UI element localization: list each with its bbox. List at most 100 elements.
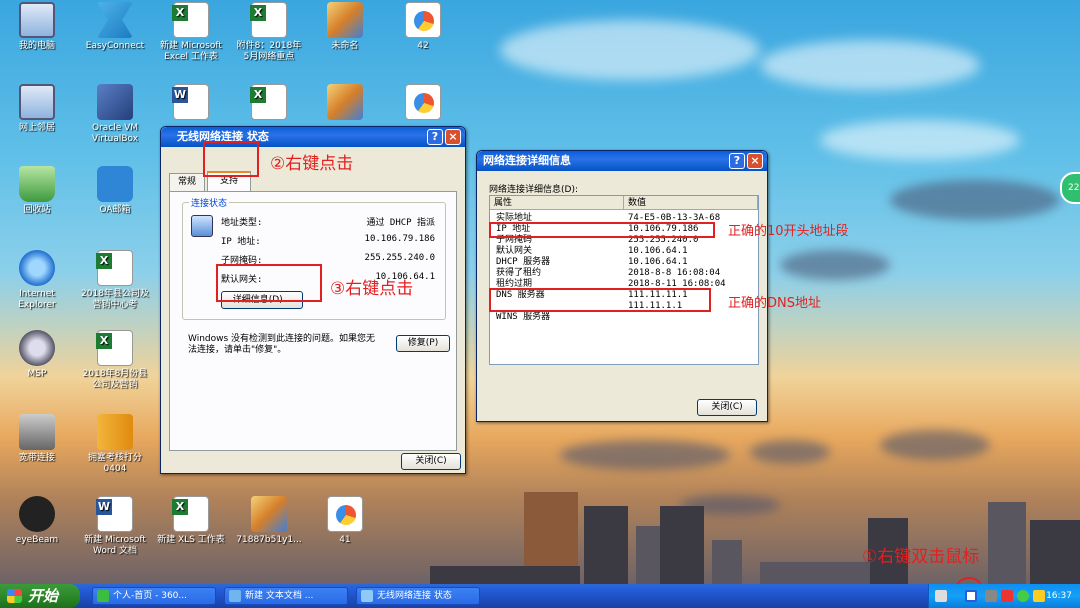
close-icon[interactable]: × [747, 153, 763, 169]
status-value: 10.106.79.186 [364, 234, 435, 244]
recycle-bin-icon [19, 166, 55, 202]
desktop-icon[interactable]: 新建 Microsoft Excel 工作表 [156, 2, 226, 63]
desktop-icon-label: 2018年县公司及营销中心考 [81, 289, 149, 310]
desktop-icon[interactable]: 回收站 [2, 166, 72, 216]
status-key: IP 地址: [221, 237, 261, 247]
desktop-icon[interactable]: 41 [310, 496, 380, 546]
desktop-icon[interactable] [234, 84, 304, 123]
desktop-icon-label: 附件8：2018年5月网络重点 [236, 41, 302, 62]
detail-property: DHCP 服务器 [496, 257, 551, 267]
help-button[interactable]: ? [729, 153, 745, 169]
desktop-icon-label: eyeBeam [15, 535, 59, 545]
highlight-dns-rows [489, 288, 711, 312]
column-header-value[interactable]: 数值 [624, 196, 758, 210]
group-label: 连接状态 [189, 196, 230, 209]
taskbar-button[interactable]: 新建 文本文档 ... [224, 587, 348, 605]
column-header-property[interactable]: 属性 [490, 196, 624, 210]
repair-button[interactable]: 修复(P) [396, 335, 450, 352]
status-value: 通过 DHCP 指派 [366, 218, 435, 228]
desktop-icon[interactable] [310, 84, 380, 123]
highlight-details-button [216, 264, 322, 302]
desktop-icon[interactable]: 71887b51y1... [234, 496, 304, 546]
computer-icon [19, 2, 55, 38]
desktop-icon[interactable]: 2018年8月份县公司及营销 [80, 330, 150, 391]
desktop-icon[interactable]: 网上邻居 [2, 84, 72, 134]
desktop-icon[interactable]: EasyConnect [80, 2, 150, 52]
desktop-icon[interactable]: MSP [2, 330, 72, 380]
easyconnect-icon [97, 2, 133, 38]
taskbar-button-label: 新建 文本文档 ... [245, 591, 314, 601]
desktop-icon[interactable]: 宽带连接 [2, 414, 72, 464]
detail-value: 2018-8-8 16:08:04 [628, 268, 721, 278]
tab-general[interactable]: 常规 [169, 173, 205, 191]
desktop-icon-label: 宽带连接 [18, 453, 55, 463]
annotation-ip-note: 正确的10开头地址段 [728, 224, 849, 239]
excel-icon [96, 250, 133, 286]
image-icon [327, 496, 363, 532]
desktop-icon-label: 41 [339, 535, 351, 545]
desktop-icon-label: 网上邻居 [18, 123, 55, 133]
desktop-icon[interactable]: OA邮箱 [80, 166, 150, 216]
desktop-icon-label: 新建 Microsoft Excel 工作表 [160, 41, 222, 62]
system-tray: 16:37 [928, 584, 1080, 608]
taskbar-button-label: 无线网络连接 状态 [377, 591, 452, 601]
status-value: 255.255.240.0 [364, 253, 435, 263]
repair-text: Windows 没有检测到此连接的问题。如果您无法连接，请单击"修复"。 [188, 334, 376, 355]
desktop-icon[interactable]: 2018年县公司及营销中心考 [80, 250, 150, 311]
desktop-icon[interactable]: 42 [388, 2, 458, 52]
desktop-icon-label: 回收站 [23, 205, 51, 215]
excel-icon [172, 496, 209, 532]
broadband-icon [19, 414, 55, 450]
excel-icon [250, 2, 287, 38]
desktop-icon[interactable]: 我的电脑 [2, 2, 72, 52]
start-button[interactable]: 开始 [0, 584, 80, 608]
desktop-icon[interactable] [388, 84, 458, 123]
msp-icon [19, 330, 55, 366]
desktop-icon-label: EasyConnect [85, 41, 145, 51]
taskbar-button-label: 个人-首页 - 360... [113, 591, 187, 601]
connection-details-window[interactable]: 网络连接详细信息 ? × 网络连接详细信息(D): 属性 数值 实际地址 74-E… [476, 150, 768, 422]
details-window-titlebar[interactable]: 网络连接详细信息 ? × [477, 151, 767, 171]
desktop-icon-label: Oracle VM VirtualBox [91, 123, 139, 144]
start-label: 开始 [28, 587, 59, 605]
keyboard-icon[interactable] [935, 590, 947, 602]
desktop-icon[interactable]: Oracle VM VirtualBox [80, 84, 150, 145]
status-close-button[interactable]: 关闭(C) [401, 453, 461, 470]
security-icon[interactable] [1001, 590, 1013, 602]
desktop-icon-label: 42 [417, 41, 429, 51]
word-icon [96, 496, 133, 532]
desktop-icon-label: OA邮箱 [99, 205, 131, 215]
help-button[interactable]: ? [427, 129, 443, 145]
connection-status-group: 连接状态 地址类型: 通过 DHCP 指派 IP 地址: 10.106.79.186 子… [182, 196, 446, 320]
warning-icon[interactable] [1033, 590, 1045, 602]
details-list[interactable]: 属性 数值 实际地址 74-E5-0B-13-3A-68 IP 地址 10.106.7… [489, 195, 759, 365]
desktop-icon[interactable]: 未命名 [310, 2, 380, 52]
desktop-icon[interactable]: 新建 Microsoft Word 文档 [80, 496, 150, 557]
desktop-icon[interactable] [156, 84, 226, 123]
taskbar-button[interactable]: 个人-首页 - 360... [92, 587, 216, 605]
sound-icon[interactable] [985, 590, 997, 602]
desktop-icon[interactable]: eyeBeam [2, 496, 72, 546]
desktop-icon-label: 拥塞考核打分0404 [87, 453, 142, 474]
paint-icon [327, 84, 363, 120]
detail-value: 10.106.64.1 [628, 246, 688, 256]
mail-icon [97, 166, 133, 202]
details-close-button[interactable]: 关闭(C) [697, 399, 757, 416]
clock[interactable]: 16:37 [1046, 584, 1072, 608]
taskbar-button[interactable]: 无线网络连接 状态 [356, 587, 480, 605]
desktop-icon[interactable]: 拥塞考核打分0404 [80, 414, 150, 475]
desktop-icon-label: 未命名 [331, 41, 359, 51]
close-icon[interactable]: × [445, 129, 461, 145]
app-tray-icon[interactable] [1017, 590, 1029, 602]
desktop-icon[interactable]: 新建 XLS 工作表 [156, 496, 226, 546]
desktop-icon[interactable]: 附件8：2018年5月网络重点 [234, 2, 304, 63]
desktop-icon-label: 新建 XLS 工作表 [157, 535, 225, 545]
annotation-step1: ①右键双击鼠标 [862, 547, 980, 567]
internet-explorer-icon [19, 250, 55, 286]
network-places-icon [19, 84, 55, 120]
network-tray-icon[interactable] [965, 590, 977, 602]
notepad-icon [229, 590, 241, 602]
desktop-icon[interactable]: Internet Explorer [2, 250, 72, 311]
network-icon [361, 590, 373, 602]
floating-badge[interactable]: 22 [1060, 172, 1080, 204]
